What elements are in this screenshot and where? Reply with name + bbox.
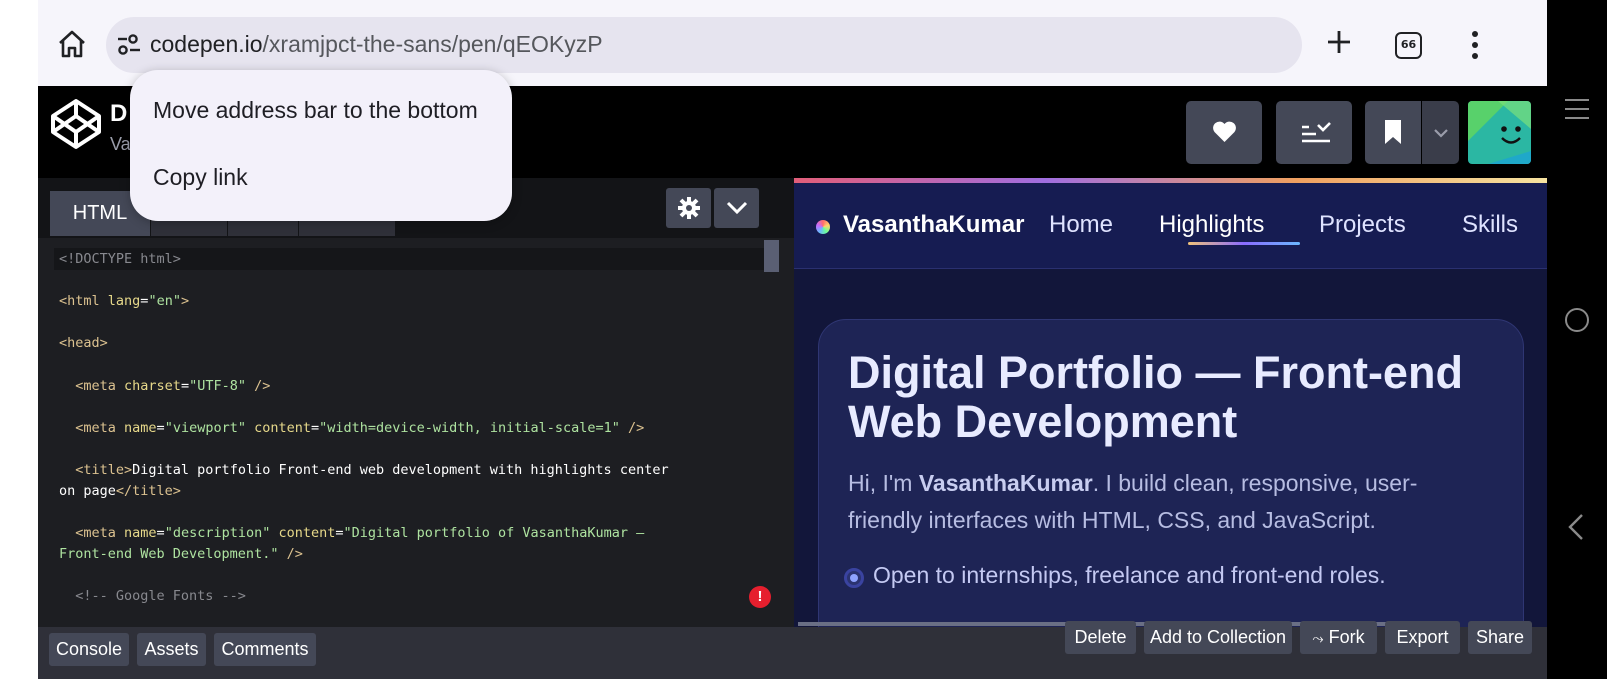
- view-mode-button[interactable]: [1276, 101, 1352, 164]
- nav-link-highlights[interactable]: Highlights: [1159, 211, 1264, 239]
- tab-switcher-button[interactable]: 66: [1395, 32, 1422, 59]
- nav-link-projects[interactable]: Projects: [1319, 211, 1406, 239]
- hero-card: Digital Portfolio — Front-end Web Develo…: [818, 319, 1524, 627]
- code-editor[interactable]: <!DOCTYPE html> <html lang="en"> <head> <m…: [38, 238, 778, 627]
- export-button[interactable]: Export: [1385, 621, 1460, 654]
- preview-panel: VasanthaKumar Home Highlights Projects S…: [794, 178, 1547, 627]
- back-icon[interactable]: [1567, 513, 1585, 541]
- intro-prefix: Hi, I'm: [848, 470, 919, 496]
- editor-collapse-button[interactable]: [714, 188, 759, 228]
- hero-intro: Hi, I'm VasanthaKumar. I build clean, re…: [848, 465, 1488, 539]
- console-button[interactable]: Console: [49, 633, 129, 666]
- code-line: <meta name="description" content="Digita…: [59, 525, 645, 541]
- fork-button[interactable]: ⤳ Fork: [1300, 621, 1377, 654]
- bookmark-dropdown-button[interactable]: [1422, 101, 1459, 164]
- nav-link-skills[interactable]: Skills: [1462, 211, 1518, 239]
- user-avatar[interactable]: [1468, 101, 1531, 164]
- chevron-down-icon: [726, 201, 748, 215]
- left-margin: [0, 0, 38, 679]
- code-line: on page</title>: [59, 483, 181, 499]
- site-brand[interactable]: VasanthaKumar: [843, 211, 1024, 239]
- code-line: <!-- Google Fonts -->: [59, 588, 246, 604]
- fork-icon: ⤳: [1312, 630, 1324, 646]
- pen-author[interactable]: Va: [110, 134, 131, 155]
- avatar-face-icon: [1468, 101, 1531, 164]
- layout-icon: [1302, 122, 1331, 143]
- code-line: <meta charset="UTF-8" />: [59, 378, 271, 394]
- html-editor-panel: HTML <!DOCTYPE html> <html lang="en"> <h…: [38, 178, 794, 627]
- recents-icon[interactable]: [1564, 98, 1590, 120]
- site-navbar: VasanthaKumar Home Highlights Projects S…: [794, 183, 1547, 269]
- code-line: <title>Digital portfolio Front-end web d…: [59, 462, 669, 478]
- editor-footer: Console Assets Comments Delete Add to Co…: [38, 621, 1547, 679]
- intro-name: VasanthaKumar: [918, 470, 1093, 496]
- heart-icon: [1213, 121, 1236, 142]
- add-to-collection-button[interactable]: Add to Collection: [1144, 621, 1292, 654]
- availability-status: Open to internships, freelance and front…: [873, 562, 1386, 588]
- more-options-icon[interactable]: [1463, 28, 1487, 62]
- code-line: <meta name="viewport" content="width=dev…: [59, 420, 645, 436]
- site-info-icon[interactable]: [116, 33, 142, 57]
- home-icon[interactable]: [56, 28, 88, 60]
- active-link-underline: [1188, 242, 1300, 245]
- editor-settings-button[interactable]: [666, 188, 711, 228]
- codepen-logo-icon[interactable]: [50, 98, 102, 150]
- address-bar-context-menu: Move address bar to the bottom Copy link: [130, 70, 512, 221]
- chevron-down-icon: [1434, 129, 1448, 138]
- menu-item-copy-link[interactable]: Copy link: [153, 164, 248, 191]
- screen: codepen.io/xramjpct-the-sans/pen/qEOKyzP…: [0, 0, 1607, 679]
- url-path: /xramjpct-the-sans/pen/qEOKyzP: [262, 31, 603, 57]
- code-line: Front-end Web Development." />: [59, 546, 303, 562]
- pen-title[interactable]: D: [110, 100, 127, 128]
- share-button[interactable]: Share: [1468, 621, 1532, 654]
- url-host: codepen.io: [150, 31, 263, 57]
- status-dot-icon: [844, 568, 864, 588]
- gear-icon: [678, 197, 700, 219]
- code-line: <html lang="en">: [59, 293, 190, 309]
- bookmark-icon: [1385, 120, 1401, 144]
- code-line: <!DOCTYPE html>: [59, 251, 181, 267]
- code-line: <head>: [59, 335, 108, 351]
- hero-heading: Digital Portfolio — Front-end Web Develo…: [848, 347, 1463, 447]
- bookmark-button[interactable]: [1365, 101, 1421, 164]
- brand-logo-icon: [816, 220, 830, 234]
- delete-button[interactable]: Delete: [1065, 621, 1136, 654]
- menu-item-move-address-bar[interactable]: Move address bar to the bottom: [153, 97, 478, 124]
- editor-scrollbar[interactable]: [764, 240, 779, 272]
- system-nav-bar: [1547, 0, 1607, 679]
- fork-label: Fork: [1328, 627, 1365, 647]
- error-indicator-icon[interactable]: !: [749, 586, 771, 608]
- like-button[interactable]: [1186, 101, 1262, 164]
- url-text[interactable]: codepen.io/xramjpct-the-sans/pen/qEOKyzP: [150, 31, 603, 58]
- comments-button[interactable]: Comments: [214, 633, 316, 666]
- address-bar[interactable]: codepen.io/xramjpct-the-sans/pen/qEOKyzP: [106, 17, 1302, 73]
- new-tab-icon[interactable]: [1324, 27, 1354, 57]
- nav-link-home[interactable]: Home: [1049, 211, 1113, 239]
- home-nav-icon[interactable]: [1564, 307, 1590, 333]
- assets-button[interactable]: Assets: [137, 633, 206, 666]
